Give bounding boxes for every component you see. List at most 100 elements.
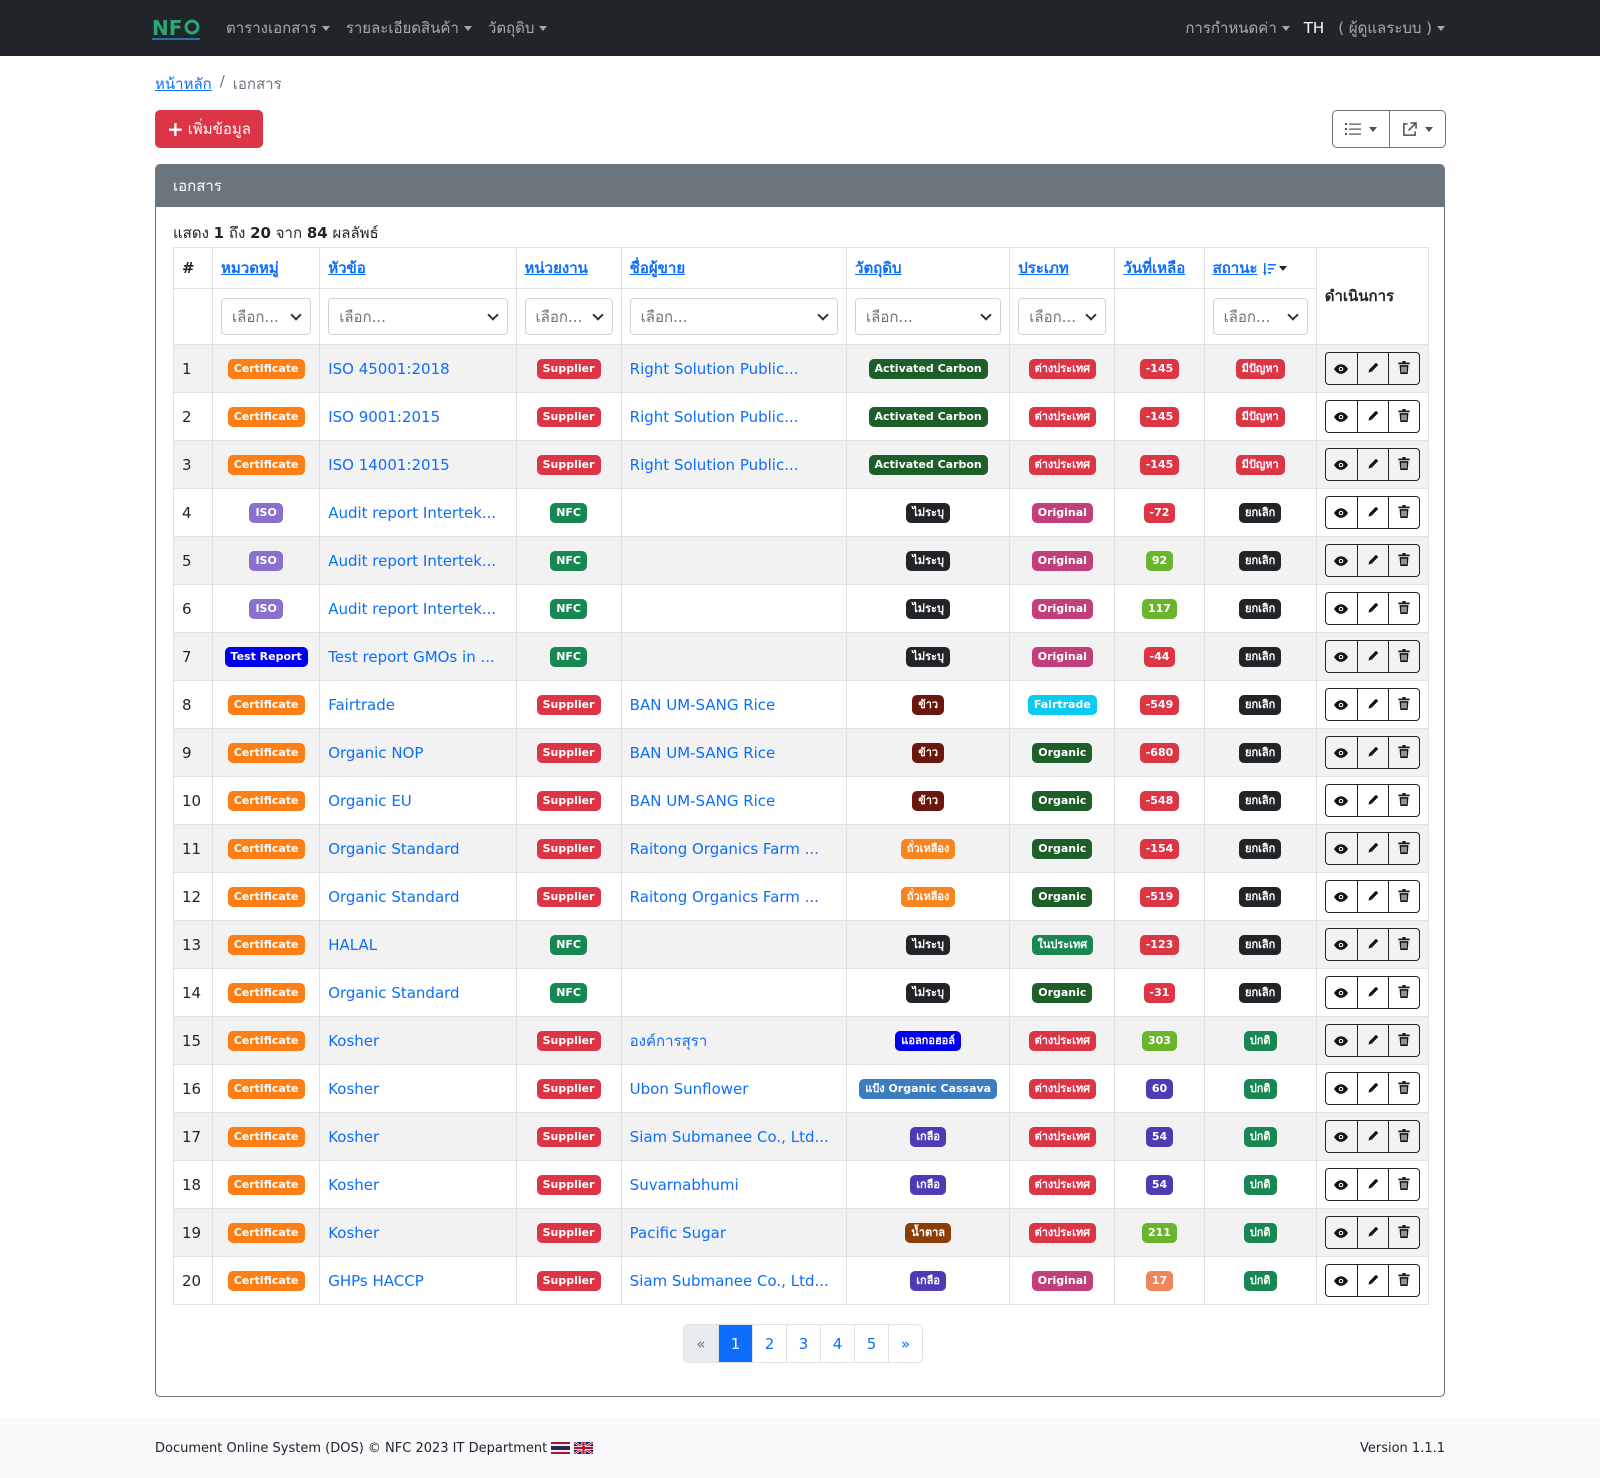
seller-link[interactable]: องค์การสุรา bbox=[630, 1032, 708, 1050]
material-filter-select[interactable]: เลือก... bbox=[855, 298, 1002, 335]
delete-button[interactable] bbox=[1387, 449, 1419, 480]
edit-button[interactable] bbox=[1356, 929, 1388, 960]
edit-button[interactable] bbox=[1356, 1121, 1388, 1152]
edit-button[interactable] bbox=[1356, 737, 1388, 768]
delete-button[interactable] bbox=[1387, 977, 1419, 1008]
view-button[interactable] bbox=[1326, 1265, 1357, 1296]
pagination-prev[interactable]: « bbox=[684, 1325, 718, 1362]
delete-button[interactable] bbox=[1387, 1121, 1419, 1152]
edit-button[interactable] bbox=[1356, 1169, 1388, 1200]
status-filter-select[interactable]: เลือก... bbox=[1212, 298, 1308, 335]
document-title-link[interactable]: Organic Standard bbox=[328, 840, 459, 858]
view-button[interactable] bbox=[1326, 785, 1357, 816]
nav-materials-menu[interactable]: วัตถุดิบ bbox=[488, 16, 548, 40]
edit-button[interactable] bbox=[1356, 1217, 1388, 1248]
document-title-link[interactable]: Test report GMOs in ... bbox=[328, 648, 495, 666]
document-title-link[interactable]: Organic EU bbox=[328, 792, 412, 810]
nav-settings-menu[interactable]: การกำหนดค่า bbox=[1185, 16, 1290, 40]
pagination-page-4[interactable]: 4 bbox=[820, 1325, 854, 1362]
edit-button[interactable] bbox=[1356, 593, 1388, 624]
seller-link[interactable]: BAN UM-SANG Rice bbox=[630, 744, 776, 762]
delete-button[interactable] bbox=[1387, 929, 1419, 960]
view-button[interactable] bbox=[1326, 593, 1357, 624]
delete-button[interactable] bbox=[1387, 689, 1419, 720]
nav-product-details-menu[interactable]: รายละเอียดสินค้า bbox=[346, 16, 472, 40]
document-title-link[interactable]: Organic Standard bbox=[328, 984, 459, 1002]
category-filter-select[interactable]: เลือก... bbox=[221, 298, 312, 335]
delete-button[interactable] bbox=[1387, 1025, 1419, 1056]
add-data-button[interactable]: + เพิ่มข้อมูล bbox=[155, 110, 263, 148]
edit-button[interactable] bbox=[1356, 497, 1388, 528]
sort-material-header[interactable]: วัตถุดิบ bbox=[855, 259, 902, 277]
seller-link[interactable]: Right Solution Public... bbox=[630, 360, 799, 378]
delete-button[interactable] bbox=[1387, 785, 1419, 816]
pagination-page-1[interactable]: 1 bbox=[718, 1325, 752, 1362]
seller-filter-select[interactable]: เลือก... bbox=[629, 298, 839, 335]
delete-button[interactable] bbox=[1387, 833, 1419, 864]
delete-button[interactable] bbox=[1387, 1217, 1419, 1248]
document-title-link[interactable]: ISO 9001:2015 bbox=[328, 408, 440, 426]
nav-documents-menu[interactable]: ตารางเอกสาร bbox=[226, 16, 330, 40]
sort-type-header[interactable]: ประเภท bbox=[1018, 259, 1069, 277]
document-title-link[interactable]: Kosher bbox=[328, 1176, 379, 1194]
document-title-link[interactable]: HALAL bbox=[328, 936, 377, 954]
seller-link[interactable]: Right Solution Public... bbox=[630, 456, 799, 474]
seller-link[interactable]: Raitong Organics Farm ... bbox=[630, 888, 819, 906]
sort-days-header[interactable]: วันที่เหลือ bbox=[1123, 259, 1185, 277]
nfc-logo[interactable]: NF bbox=[152, 15, 202, 41]
view-button[interactable] bbox=[1326, 449, 1357, 480]
view-button[interactable] bbox=[1326, 737, 1357, 768]
seller-link[interactable]: BAN UM-SANG Rice bbox=[630, 696, 776, 714]
view-button[interactable] bbox=[1326, 1217, 1357, 1248]
delete-button[interactable] bbox=[1387, 641, 1419, 672]
edit-button[interactable] bbox=[1356, 689, 1388, 720]
seller-link[interactable]: Ubon Sunflower bbox=[630, 1080, 749, 1098]
edit-button[interactable] bbox=[1356, 641, 1388, 672]
document-title-link[interactable]: Audit report Intertek... bbox=[328, 504, 496, 522]
edit-button[interactable] bbox=[1356, 353, 1388, 384]
sort-seller-header[interactable]: ชื่อผู้ขาย bbox=[630, 259, 685, 277]
edit-button[interactable] bbox=[1356, 785, 1388, 816]
view-button[interactable] bbox=[1326, 401, 1357, 432]
document-title-link[interactable]: Kosher bbox=[328, 1128, 379, 1146]
view-button[interactable] bbox=[1326, 977, 1357, 1008]
view-button[interactable] bbox=[1326, 1169, 1357, 1200]
unit-filter-select[interactable]: เลือก... bbox=[524, 298, 613, 335]
delete-button[interactable] bbox=[1387, 401, 1419, 432]
seller-link[interactable]: Pacific Sugar bbox=[630, 1224, 726, 1242]
pagination-page-5[interactable]: 5 bbox=[854, 1325, 888, 1362]
view-button[interactable] bbox=[1326, 353, 1357, 384]
delete-button[interactable] bbox=[1387, 353, 1419, 384]
view-button[interactable] bbox=[1326, 929, 1357, 960]
edit-button[interactable] bbox=[1356, 977, 1388, 1008]
edit-button[interactable] bbox=[1356, 1073, 1388, 1104]
document-title-link[interactable]: Audit report Intertek... bbox=[328, 600, 496, 618]
seller-link[interactable]: Siam Submanee Co., Ltd... bbox=[630, 1128, 829, 1146]
type-filter-select[interactable]: เลือก... bbox=[1018, 298, 1107, 335]
view-button[interactable] bbox=[1326, 689, 1357, 720]
view-button[interactable] bbox=[1326, 1073, 1357, 1104]
document-title-link[interactable]: GHPs HACCP bbox=[328, 1272, 424, 1290]
user-menu[interactable]: ( ผู้ดูแลระบบ ) bbox=[1338, 16, 1445, 40]
delete-button[interactable] bbox=[1387, 881, 1419, 912]
edit-button[interactable] bbox=[1356, 881, 1388, 912]
seller-link[interactable]: Suvarnabhumi bbox=[630, 1176, 739, 1194]
delete-button[interactable] bbox=[1387, 1073, 1419, 1104]
edit-button[interactable] bbox=[1356, 545, 1388, 576]
document-title-link[interactable]: Kosher bbox=[328, 1032, 379, 1050]
view-button[interactable] bbox=[1326, 1121, 1357, 1152]
view-button[interactable] bbox=[1326, 497, 1357, 528]
edit-button[interactable] bbox=[1356, 401, 1388, 432]
edit-button[interactable] bbox=[1356, 833, 1388, 864]
edit-button[interactable] bbox=[1356, 449, 1388, 480]
pagination-page-2[interactable]: 2 bbox=[752, 1325, 786, 1362]
sort-title-header[interactable]: หัวข้อ bbox=[328, 259, 366, 277]
document-title-link[interactable]: Organic NOP bbox=[328, 744, 423, 762]
sort-unit-header[interactable]: หน่วยงาน bbox=[525, 259, 588, 277]
sort-category-header[interactable]: หมวดหมู่ bbox=[221, 259, 279, 277]
document-title-link[interactable]: Kosher bbox=[328, 1224, 379, 1242]
title-filter-select[interactable]: เลือก... bbox=[328, 298, 508, 335]
seller-link[interactable]: BAN UM-SANG Rice bbox=[630, 792, 776, 810]
edit-button[interactable] bbox=[1356, 1025, 1388, 1056]
seller-link[interactable]: Raitong Organics Farm ... bbox=[630, 840, 819, 858]
